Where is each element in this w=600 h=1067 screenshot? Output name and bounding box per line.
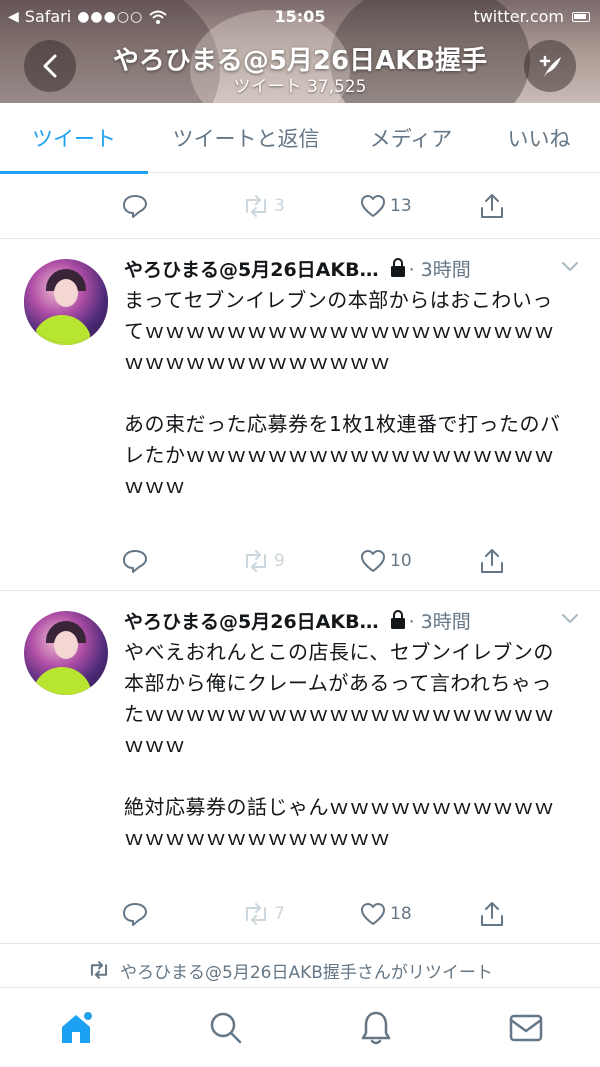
tweet-text: まってセブンイレブンの本部からはおこわいってｗｗｗｗｗｗｗｗｗｗｗｗｗｗｗｗｗｗ…: [124, 288, 561, 498]
share-icon: [481, 902, 503, 926]
reply-button[interactable]: [122, 882, 148, 946]
nav-search[interactable]: [208, 1010, 244, 1046]
tweet[interactable]: やろひまる@5月26日AKB… · 3時間 やべえおれんとこの店長に、セブンイレ…: [0, 591, 600, 943]
tweet-header: やろひまる@5月26日AKB… · 3時間: [124, 253, 580, 283]
retweet-icon: [246, 195, 266, 217]
status-url: twitter.com: [473, 7, 564, 26]
compose-icon: [539, 55, 561, 77]
retweet-icon: [90, 961, 108, 979]
tweet[interactable]: やろひまる@5月26日AKB… · 3時間 まってセブンイレブンの本部からはおこ…: [0, 239, 600, 590]
retweet-icon: [246, 550, 266, 572]
like-button[interactable]: 10: [360, 529, 412, 593]
notifications-icon: [361, 1011, 391, 1045]
avatar[interactable]: [24, 611, 108, 695]
retweet-notice-text: やろひまる@5月26日AKB握手さんがリツイート: [120, 962, 493, 983]
like-count: 10: [390, 551, 412, 571]
reply-icon: [123, 550, 147, 573]
retweet-count: 3: [274, 196, 285, 216]
tab-tweets[interactable]: ツイート: [0, 103, 148, 174]
tweet-author-name[interactable]: やろひまる@5月26日AKB…: [124, 255, 379, 282]
like-count: 13: [390, 196, 412, 216]
tweet-divider: [0, 943, 600, 944]
nav-home[interactable]: [58, 1010, 94, 1046]
battery-icon: [572, 11, 590, 22]
profile-tabs: ツイート ツイートと返信 メディア いいね: [0, 103, 600, 174]
tab-tweets-and-replies[interactable]: ツイートと返信: [148, 103, 344, 173]
reply-button[interactable]: [122, 174, 148, 238]
retweet-notice[interactable]: やろひまる@5月26日AKB握手さんがリツイート: [0, 948, 600, 992]
lock-icon: [390, 610, 405, 629]
share-button[interactable]: [480, 529, 504, 593]
retweet-icon: [246, 903, 266, 925]
like-icon: [361, 903, 385, 925]
like-count: 18: [390, 904, 412, 924]
home-icon: [62, 1010, 94, 1043]
share-button[interactable]: [480, 882, 504, 946]
retweet-button[interactable]: 3: [242, 174, 285, 238]
retweet-count: 9: [274, 551, 285, 571]
reply-button[interactable]: [122, 529, 148, 593]
share-icon: [481, 194, 503, 218]
tweet-count: ツイート 37,525: [233, 77, 367, 97]
tab-likes[interactable]: いいね: [478, 103, 600, 173]
like-icon: [361, 195, 385, 217]
retweet-count: 7: [274, 904, 285, 924]
search-icon: [210, 1012, 242, 1044]
share-button[interactable]: [480, 174, 504, 238]
tweet-actions: 9 10: [0, 529, 600, 593]
avatar[interactable]: [24, 259, 108, 343]
tweet-author-name[interactable]: やろひまる@5月26日AKB…: [124, 607, 379, 634]
like-button[interactable]: 13: [360, 174, 412, 238]
chevron-down-icon[interactable]: [560, 611, 580, 625]
reply-icon: [123, 195, 147, 218]
partial-tweet-actions: 3 13: [0, 174, 600, 238]
nav-messages[interactable]: [508, 1010, 544, 1046]
bottom-nav: [0, 987, 600, 1067]
tweet-header: やろひまる@5月26日AKB… · 3時間: [124, 605, 580, 635]
messages-icon: [509, 1014, 543, 1042]
status-bar: ◀ Safari ●●●○○ 15:05 twitter.com: [0, 0, 600, 34]
share-icon: [481, 549, 503, 573]
tweet-timestamp[interactable]: · 3時間: [409, 607, 471, 634]
lock-icon: [390, 258, 405, 277]
reply-icon: [123, 903, 147, 926]
tweet-actions: 7 18: [0, 882, 600, 946]
like-button[interactable]: 18: [360, 882, 412, 946]
nav-notifications[interactable]: [358, 1010, 394, 1046]
profile-header: ◀ Safari ●●●○○ 15:05 twitter.com やろひまる@5…: [0, 0, 600, 103]
compose-button[interactable]: [524, 40, 576, 92]
like-icon: [361, 550, 385, 572]
retweet-button[interactable]: 9: [242, 529, 285, 593]
tweet-text: やべえおれんとこの店長に、セブンイレブンの本部から俺にクレームがあるって言われち…: [124, 640, 555, 850]
chevron-down-icon[interactable]: [560, 259, 580, 273]
tweet-timestamp[interactable]: · 3時間: [409, 255, 471, 282]
retweet-button[interactable]: 7: [242, 882, 285, 946]
tab-media[interactable]: メディア: [344, 103, 478, 173]
